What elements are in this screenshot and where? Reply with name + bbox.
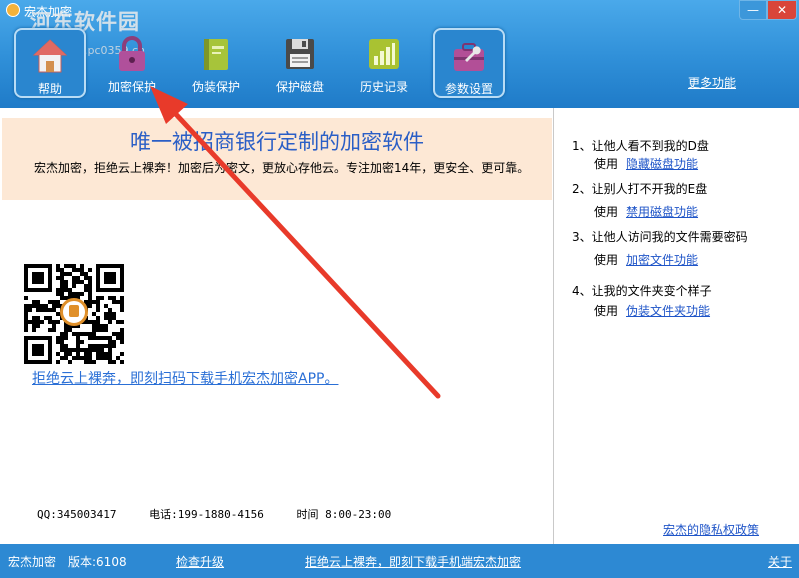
tip-title: 2、让别人打不开我的E盘: [572, 182, 708, 196]
contact-qq: QQ:345003417: [37, 508, 117, 521]
toolbar-disk-button[interactable]: 保护磁盘: [264, 28, 336, 98]
privacy-policy-link[interactable]: 宏杰的隐私权政策: [663, 521, 759, 538]
bar-chart-icon: [369, 39, 399, 69]
qr-lock-icon: [60, 298, 88, 326]
toolbar-history-button[interactable]: 历史记录: [348, 28, 420, 98]
contact-info: QQ:345003417 电话:199-1880-4156 时间 8:00-23…: [37, 506, 417, 522]
title-bar: 宏杰加密 河东软件园 www.pc0359.cn — ✕: [0, 0, 799, 57]
app-download-link[interactable]: 拒绝云上裸奔，即刻扫码下载手机宏杰加密APP。: [32, 368, 338, 388]
banner-title: 唯一被招商银行定制的加密软件: [130, 130, 424, 154]
promo-link[interactable]: 拒绝云上裸奔，即刻下载手机端宏杰加密: [305, 553, 521, 570]
status-bar: 宏杰加密 版本:6108 检查升级 拒绝云上裸奔，即刻下载手机端宏杰加密 关于: [0, 544, 799, 578]
app-logo-icon: [6, 3, 20, 17]
book-icon: [204, 39, 228, 70]
toolbar: 宏杰加密 河东软件园 www.pc0359.cn — ✕ 帮助 加密保护 伪装保…: [0, 0, 799, 108]
toolbar-encrypt-button[interactable]: 加密保护: [96, 28, 168, 98]
tip-use-label: 使用: [594, 253, 619, 267]
tips-panel: 1、让他人看不到我的D盘 使用 隐藏磁盘功能 2、让别人打不开我的E盘 使用 禁用磁…: [555, 108, 799, 544]
padlock-icon: [119, 36, 145, 71]
toolbar-disguise-button[interactable]: 伪装保护: [180, 28, 252, 98]
contact-hours: 时间 8:00-23:00: [296, 508, 392, 521]
tip-use-row: 使用 加密文件功能: [594, 251, 698, 268]
tip-use-row: 使用 隐藏磁盘功能: [594, 155, 698, 172]
tip-use-label: 使用: [594, 205, 619, 219]
tip-use-row: 使用 禁用磁盘功能: [594, 203, 698, 220]
toolbar-history-label: 历史记录: [359, 80, 408, 94]
status-version: 版本:6108: [68, 555, 127, 569]
hide-disk-link[interactable]: 隐藏磁盘功能: [626, 157, 698, 171]
disguise-folder-link[interactable]: 伪装文件夹功能: [626, 304, 710, 318]
more-features-link[interactable]: 更多功能: [688, 74, 736, 91]
tip-title: 1、让他人看不到我的D盘: [572, 139, 709, 153]
toolbar-encrypt-label: 加密保护: [107, 80, 156, 94]
minimize-button[interactable]: —: [739, 0, 767, 20]
disable-disk-link[interactable]: 禁用磁盘功能: [626, 205, 698, 219]
toolbar-settings-button[interactable]: 参数设置: [433, 28, 505, 98]
check-update-link[interactable]: 检查升级: [176, 553, 224, 570]
floppy-disk-icon: [286, 39, 314, 69]
toolbar-settings-label: 参数设置: [444, 82, 493, 96]
close-button[interactable]: ✕: [767, 0, 797, 20]
toolbar-help-button[interactable]: 帮助: [14, 28, 86, 98]
tip-use-row: 使用 伪装文件夹功能: [594, 302, 710, 319]
encrypt-file-link[interactable]: 加密文件功能: [626, 253, 698, 267]
toolbar-disk-label: 保护磁盘: [275, 80, 324, 94]
promo-banner: 唯一被招商银行定制的加密软件 宏杰加密，拒绝云上裸奔！加密后为密文，更放心存他云…: [2, 118, 552, 200]
main-content: 唯一被招商银行定制的加密软件 宏杰加密，拒绝云上裸奔！加密后为密文，更放心存他云…: [2, 108, 554, 544]
tip-title: 3、让他人访问我的文件需要密码: [572, 230, 748, 244]
banner-description: 宏杰加密，拒绝云上裸奔！加密后为密文，更放心存他云。专注加密14年，更安全、更可…: [34, 161, 530, 175]
tip-title: 4、让我的文件夹变个样子: [572, 284, 712, 298]
tip-use-label: 使用: [594, 304, 619, 318]
tip-use-label: 使用: [594, 157, 619, 171]
about-link[interactable]: 关于: [768, 553, 792, 570]
toolbox-icon: [454, 43, 484, 71]
status-app-name: 宏杰加密: [8, 555, 57, 569]
contact-phone: 电话:199-1880-4156: [149, 508, 264, 521]
toolbar-disguise-label: 伪装保护: [191, 80, 240, 94]
toolbar-help-label: 帮助: [37, 82, 62, 96]
house-icon: [32, 39, 68, 73]
